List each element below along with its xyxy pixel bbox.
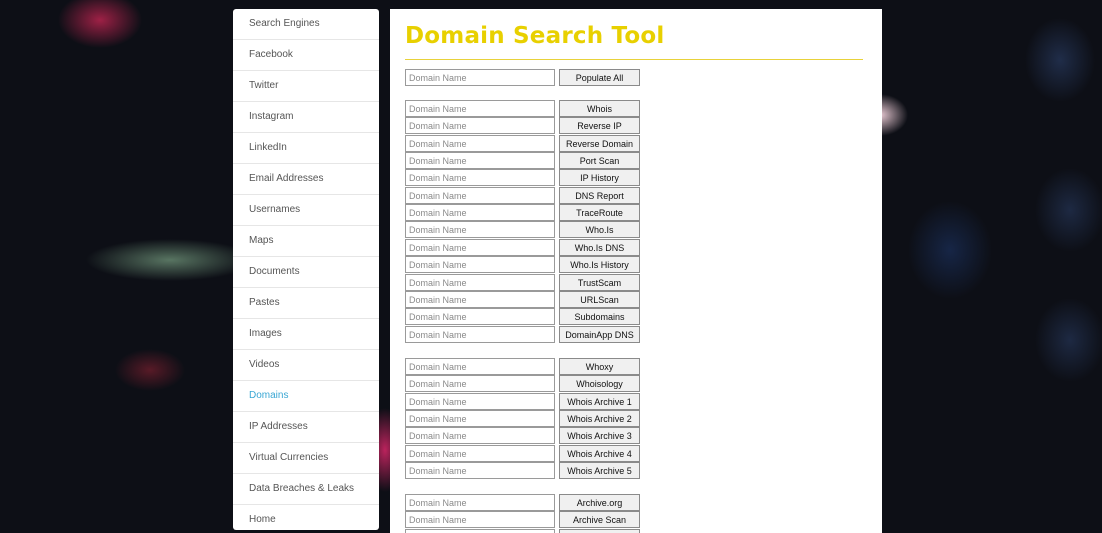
domain-name-input[interactable] [405, 152, 555, 169]
domain-name-input[interactable] [405, 187, 555, 204]
whois-archive-1-button[interactable]: Whois Archive 1 [559, 393, 640, 410]
ip-history-button[interactable]: IP History [559, 169, 640, 186]
domain-name-input[interactable] [405, 221, 555, 238]
domain-name-input[interactable] [405, 308, 555, 325]
tool-row: Port Scan [405, 152, 645, 169]
domain-name-input[interactable] [405, 69, 555, 86]
domain-name-input[interactable] [405, 445, 555, 462]
tool-row: Who.Is DNS [405, 239, 645, 256]
tool-row: Subdomains [405, 308, 645, 325]
sidebar-item-usernames[interactable]: Usernames [233, 195, 379, 226]
sidebar-item-email-addresses[interactable]: Email Addresses [233, 164, 379, 195]
whois-archive-2-button[interactable]: Whois Archive 2 [559, 410, 640, 427]
domain-name-input[interactable] [405, 511, 555, 528]
domain-name-input[interactable] [405, 239, 555, 256]
domain-name-input[interactable] [405, 169, 555, 186]
domain-name-input[interactable] [405, 427, 555, 444]
tool-row: DomainApp DNS [405, 326, 645, 343]
domain-name-input[interactable] [405, 462, 555, 479]
port-scan-button[interactable]: Port Scan [559, 152, 640, 169]
domain-name-input[interactable] [405, 375, 555, 392]
domain-name-input[interactable] [405, 256, 555, 273]
title-divider [405, 59, 863, 60]
domain-name-input[interactable] [405, 100, 555, 117]
sidebar-item-virtual-currencies[interactable]: Virtual Currencies [233, 443, 379, 474]
sidebar-item-linkedin[interactable]: LinkedIn [233, 133, 379, 164]
tool-row: Who.Is History [405, 256, 645, 273]
who-is-dns-button[interactable]: Who.Is DNS [559, 239, 640, 256]
reverse-ip-button[interactable]: Reverse IP [559, 117, 640, 134]
tool-row: Populate All [405, 69, 645, 86]
tool-row: IP History [405, 169, 645, 186]
populate-all-button[interactable]: Populate All [559, 69, 640, 86]
tool-row: URLScan [405, 291, 645, 308]
sidebar-item-ip-addresses[interactable]: IP Addresses [233, 412, 379, 443]
who-is-button[interactable]: Who.Is [559, 221, 640, 238]
archive-scan-button[interactable]: Archive Scan [559, 511, 640, 528]
tool-button[interactable] [559, 529, 640, 533]
sidebar-item-domains[interactable]: Domains [233, 381, 379, 412]
whois-archive-4-button[interactable]: Whois Archive 4 [559, 445, 640, 462]
domain-name-input[interactable] [405, 274, 555, 291]
domain-name-input[interactable] [405, 410, 555, 427]
sidebar-item-search-engines[interactable]: Search Engines [233, 9, 379, 40]
whois-archive-3-button[interactable]: Whois Archive 3 [559, 427, 640, 444]
page-title: Domain Search Tool [405, 23, 665, 49]
traceroute-button[interactable]: TraceRoute [559, 204, 640, 221]
tool-row: Archive Scan [405, 511, 645, 528]
trustscam-button[interactable]: TrustScam [559, 274, 640, 291]
tool-row: DNS Report [405, 187, 645, 204]
domain-name-input[interactable] [405, 326, 555, 343]
whois-button[interactable]: Whois [559, 100, 640, 117]
tool-row: Whois Archive 5 [405, 462, 645, 479]
tool-row: TrustScam [405, 274, 645, 291]
domain-name-input[interactable] [405, 291, 555, 308]
sidebar-item-videos[interactable]: Videos [233, 350, 379, 381]
tool-row: Whois Archive 4 [405, 445, 645, 462]
tool-row: Reverse IP [405, 117, 645, 134]
domain-name-input[interactable] [405, 135, 555, 152]
tool-row: Whois Archive 2 [405, 410, 645, 427]
sidebar-item-pastes[interactable]: Pastes [233, 288, 379, 319]
reverse-domain-button[interactable]: Reverse Domain [559, 135, 640, 152]
tool-row: Whois [405, 100, 645, 117]
whoxy-button[interactable]: Whoxy [559, 358, 640, 375]
sidebar-item-twitter[interactable]: Twitter [233, 71, 379, 102]
subdomains-button[interactable]: Subdomains [559, 308, 640, 325]
whois-archive-5-button[interactable]: Whois Archive 5 [559, 462, 640, 479]
domain-name-input[interactable] [405, 494, 555, 511]
domain-name-input[interactable] [405, 358, 555, 375]
urlscan-button[interactable]: URLScan [559, 291, 640, 308]
tool-row [405, 529, 645, 533]
whoisology-button[interactable]: Whoisology [559, 375, 640, 392]
archive-org-button[interactable]: Archive.org [559, 494, 640, 511]
dns-report-button[interactable]: DNS Report [559, 187, 640, 204]
tool-row: Archive.org [405, 494, 645, 511]
sidebar-item-facebook[interactable]: Facebook [233, 40, 379, 71]
tool-row: Whois Archive 1 [405, 393, 645, 410]
tool-row: TraceRoute [405, 204, 645, 221]
sidebar-item-home[interactable]: Home [233, 505, 379, 530]
domain-name-input[interactable] [405, 393, 555, 410]
who-is-history-button[interactable]: Who.Is History [559, 256, 640, 273]
sidebar-item-images[interactable]: Images [233, 319, 379, 350]
sidebar-item-instagram[interactable]: Instagram [233, 102, 379, 133]
sidebar-item-data-breaches-leaks[interactable]: Data Breaches & Leaks [233, 474, 379, 505]
domain-name-input[interactable] [405, 529, 555, 533]
tool-row: Whoisology [405, 375, 645, 392]
tool-row: Whois Archive 3 [405, 427, 645, 444]
tool-row: Reverse Domain [405, 135, 645, 152]
tool-row: Whoxy [405, 358, 645, 375]
domain-name-input[interactable] [405, 117, 555, 134]
domain-name-input[interactable] [405, 204, 555, 221]
sidebar-item-maps[interactable]: Maps [233, 226, 379, 257]
main-content: Domain Search Tool Populate AllWhoisReve… [390, 9, 882, 533]
sidebar-item-documents[interactable]: Documents [233, 257, 379, 288]
tool-row: Who.Is [405, 221, 645, 238]
sidebar-nav: Search Engines Facebook Twitter Instagra… [233, 9, 379, 530]
domainapp-dns-button[interactable]: DomainApp DNS [559, 326, 640, 343]
